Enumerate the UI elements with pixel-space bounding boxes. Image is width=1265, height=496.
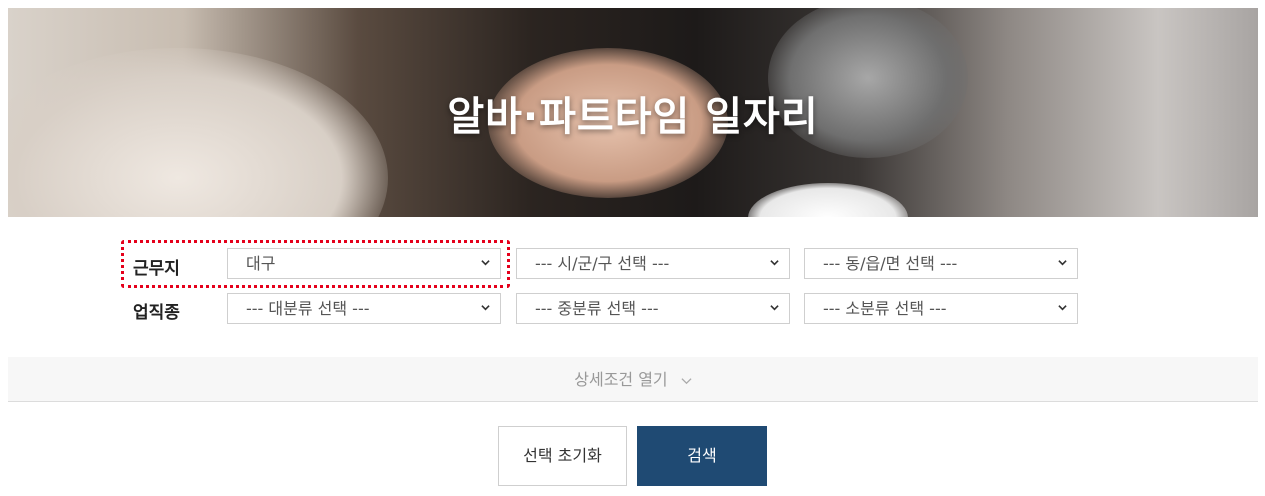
middle-category-value: --- 중분류 선택 --- <box>535 299 659 318</box>
hero-title: 알바·파트타임 일자리 <box>447 94 819 140</box>
chevron-down-icon <box>681 378 692 385</box>
chevron-down-icon <box>770 305 779 311</box>
detail-conditions-label: 상세조건 열기 <box>574 370 668 389</box>
detail-conditions-toggle[interactable]: 상세조건 열기 <box>8 357 1258 402</box>
chevron-down-icon <box>481 305 490 311</box>
chevron-down-icon <box>770 260 779 266</box>
district-select[interactable]: --- 시/군/구 선택 --- <box>516 248 790 279</box>
industry-label: 업직종 <box>133 303 180 323</box>
district-select-value: --- 시/군/구 선택 --- <box>535 254 670 273</box>
hero-banner: 알바·파트타임 일자리 <box>8 8 1258 217</box>
neighborhood-select-value: --- 동/읍/면 선택 --- <box>823 254 958 273</box>
minor-category-value: --- 소분류 선택 --- <box>823 299 947 318</box>
reset-selection-button[interactable]: 선택 초기화 <box>498 426 627 486</box>
neighborhood-select[interactable]: --- 동/읍/면 선택 --- <box>804 248 1078 279</box>
major-category-select[interactable]: --- 대분류 선택 --- <box>227 293 501 324</box>
middle-category-select[interactable]: --- 중분류 선택 --- <box>516 293 790 324</box>
chevron-down-icon <box>1058 260 1067 266</box>
chevron-down-icon <box>1058 305 1067 311</box>
minor-category-select[interactable]: --- 소분류 선택 --- <box>804 293 1078 324</box>
major-category-value: --- 대분류 선택 --- <box>246 299 370 318</box>
location-highlight-box <box>121 240 510 288</box>
hero-image-cup <box>748 183 908 217</box>
search-button[interactable]: 검색 <box>637 426 767 486</box>
